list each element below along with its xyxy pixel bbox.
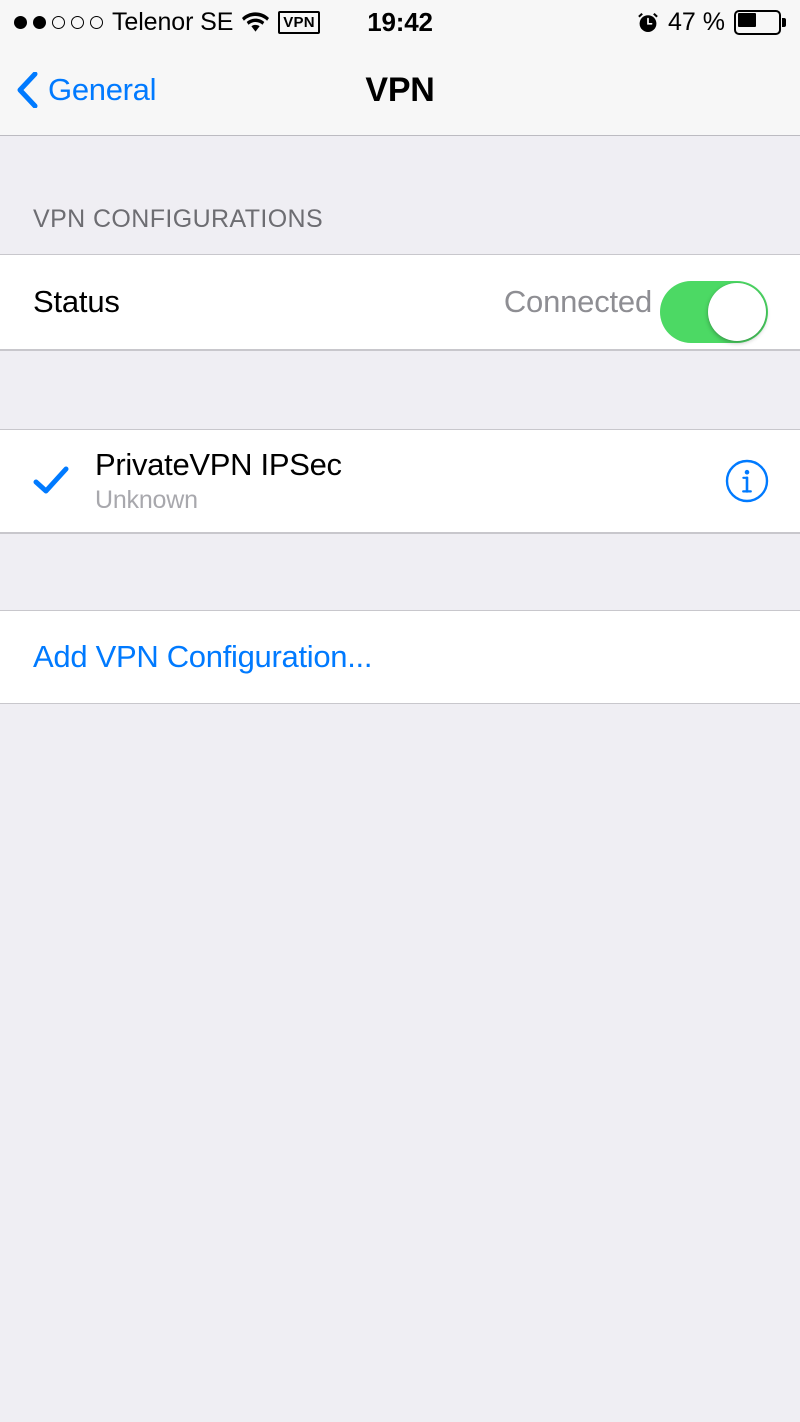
vpn-settings-screen: Telenor SE VPN 19:42 47 % General VPN VP… — [0, 0, 800, 1422]
settings-content: VPN CONFIGURATIONS Status Connected Priv… — [0, 136, 800, 1422]
toggle-knob — [708, 283, 766, 341]
battery-cap — [782, 17, 786, 27]
status-bar: Telenor SE VPN 19:42 47 % — [0, 0, 800, 44]
vpn-configuration-title: PrivateVPN IPSec — [95, 447, 342, 482]
status-bar-right: 47 % — [637, 0, 786, 44]
vpn-configuration-row[interactable]: PrivateVPN IPSec Unknown — [0, 430, 800, 532]
alarm-clock-icon — [637, 11, 659, 33]
battery-icon — [734, 9, 786, 35]
info-circle-icon[interactable] — [725, 459, 769, 503]
checkmark-icon — [33, 463, 69, 499]
add-vpn-configuration-label: Add VPN Configuration... — [33, 639, 373, 674]
status-row[interactable]: Status Connected — [0, 255, 800, 349]
add-configuration-group: Add VPN Configuration... — [0, 611, 800, 704]
section-gap-1 — [0, 350, 800, 430]
vpn-status-toggle[interactable] — [660, 281, 768, 343]
vpn-configuration-subtitle: Unknown — [95, 486, 198, 514]
vpn-configuration-text: PrivateVPN IPSec Unknown — [95, 447, 342, 515]
page-title: VPN — [0, 44, 800, 136]
section-gap-2 — [0, 533, 800, 611]
page-title-text: VPN — [365, 70, 435, 109]
clock-time: 19:42 — [367, 6, 433, 37]
add-vpn-configuration-row[interactable]: Add VPN Configuration... — [0, 611, 800, 703]
section-header-vpn-configurations: VPN CONFIGURATIONS — [33, 205, 324, 233]
navigation-bar: General VPN — [0, 44, 800, 136]
status-row-label: Status — [33, 284, 120, 319]
status-group: Status Connected — [0, 254, 800, 350]
battery-percent-label: 47 % — [668, 7, 725, 36]
status-row-value: Connected — [503, 284, 652, 319]
battery-fill — [737, 13, 757, 27]
configuration-group: PrivateVPN IPSec Unknown — [0, 430, 800, 533]
